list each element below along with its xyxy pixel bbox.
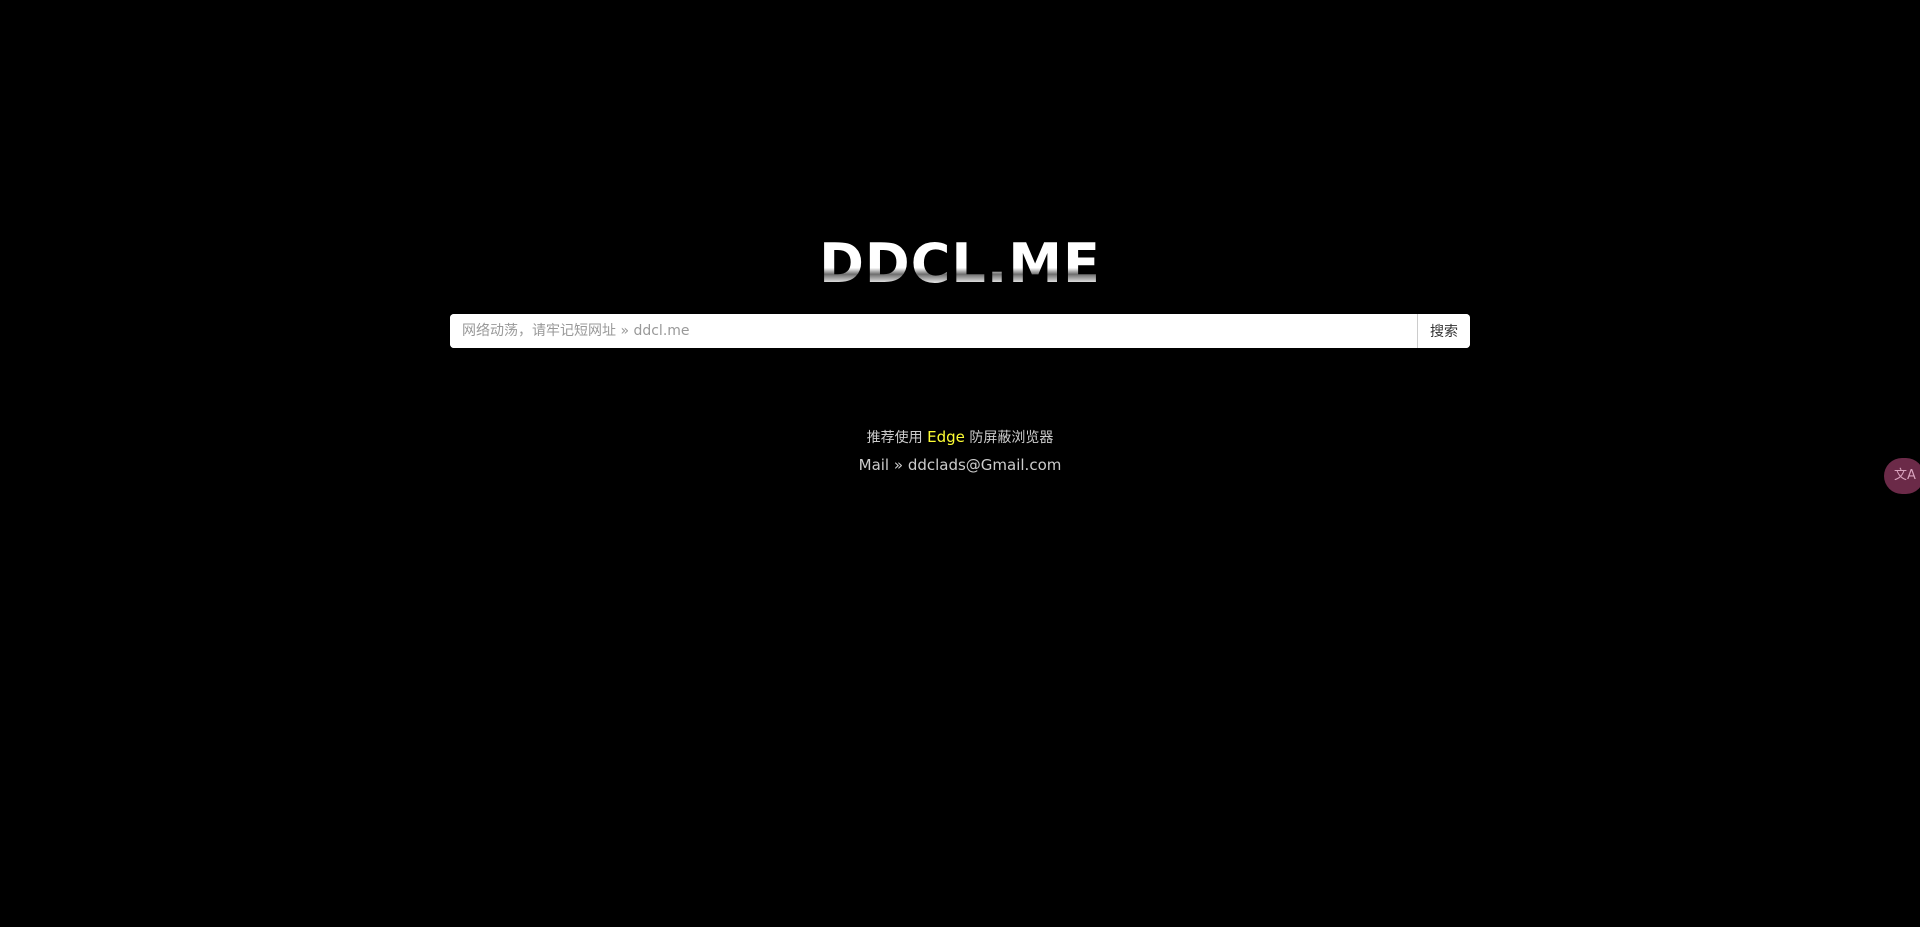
mail-address: ddclads@Gmail.com bbox=[907, 456, 1062, 474]
search-bar: 搜索 bbox=[450, 314, 1470, 348]
footer-info: 推荐使用 Edge 防屏蔽浏览器 Mail » ddclads@Gmail.co… bbox=[0, 426, 1920, 476]
search-button[interactable]: 搜索 bbox=[1417, 314, 1470, 348]
site-logo: DDCL.ME bbox=[0, 232, 1920, 296]
browser-recommendation: 推荐使用 Edge 防屏蔽浏览器 bbox=[0, 426, 1920, 448]
recommend-prefix: 推荐使用 bbox=[866, 430, 928, 446]
mail-prefix: Mail » bbox=[858, 456, 908, 474]
contact-mail: Mail » ddclads@Gmail.com bbox=[0, 454, 1920, 476]
edge-link[interactable]: Edge bbox=[927, 428, 965, 446]
page: DDCL.ME 搜索 推荐使用 Edge 防屏蔽浏览器 Mail » ddcla… bbox=[0, 0, 1920, 927]
search-input[interactable] bbox=[450, 314, 1417, 348]
recommend-suffix: 防屏蔽浏览器 bbox=[964, 430, 1054, 446]
translate-icon[interactable]: 文A bbox=[1884, 458, 1920, 494]
